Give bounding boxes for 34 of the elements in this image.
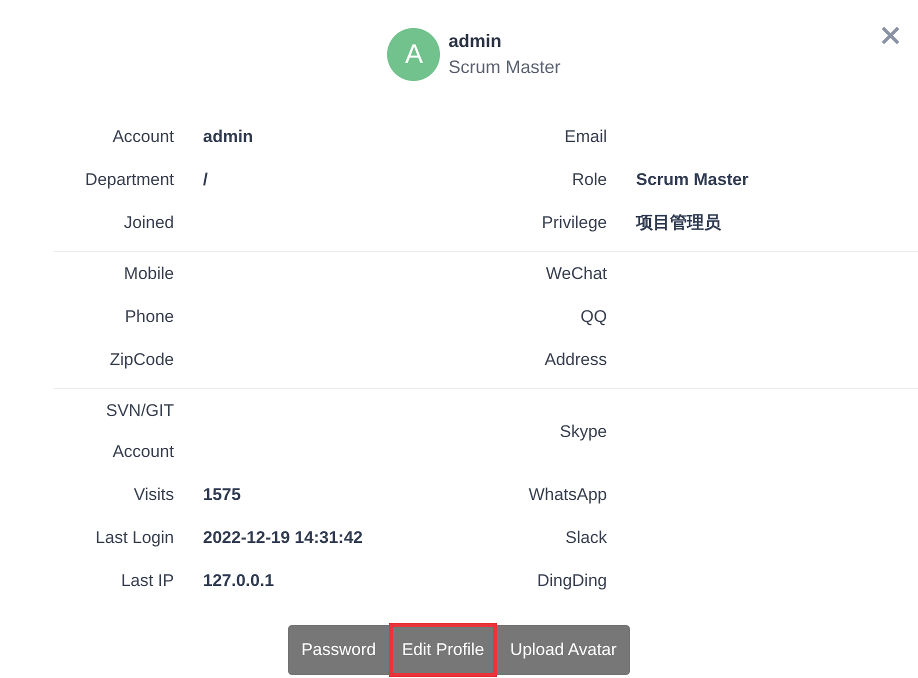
field-value: 127.0.0.1 [203,571,274,590]
field-value: Scrum Master [636,170,748,189]
field-label: Visits [134,485,174,504]
user-role: Scrum Master [448,57,561,78]
close-icon[interactable] [881,26,900,45]
field-value: 项目管理员 [636,213,721,232]
field-label: Email [564,127,607,146]
field-label: Slack [565,528,607,547]
action-button[interactable]: Upload Avatar [497,625,630,675]
user-avatar: A [387,28,440,81]
field-label: ZipCode [110,350,174,369]
field-label: Role [572,170,607,189]
field-label: Mobile [124,264,174,283]
field-label: QQ [580,307,607,326]
field-label: Last IP [121,571,174,590]
field-label: Joined [124,213,174,232]
user-name: admin [448,31,502,52]
field-label: WeChat [546,264,607,283]
field-label: SVN/GIT Account [106,401,174,461]
field-label: Account [112,127,174,146]
action-button[interactable]: Edit Profile [388,623,498,677]
field-label: Privilege [542,213,607,232]
field-value: / [203,170,208,189]
field-value: 1575 [203,485,241,504]
field-label: Skype [560,422,607,440]
field-value: 2022-12-19 14:31:42 [203,528,363,547]
field-label: Address [544,350,607,369]
action-button[interactable]: Password [288,625,389,675]
field-label: DingDing [537,571,607,590]
field-label: Last Login [96,528,174,547]
field-label: Department [85,170,174,189]
field-value: admin [203,127,254,146]
field-label: WhatsApp [528,485,607,504]
field-label: Phone [124,307,174,326]
